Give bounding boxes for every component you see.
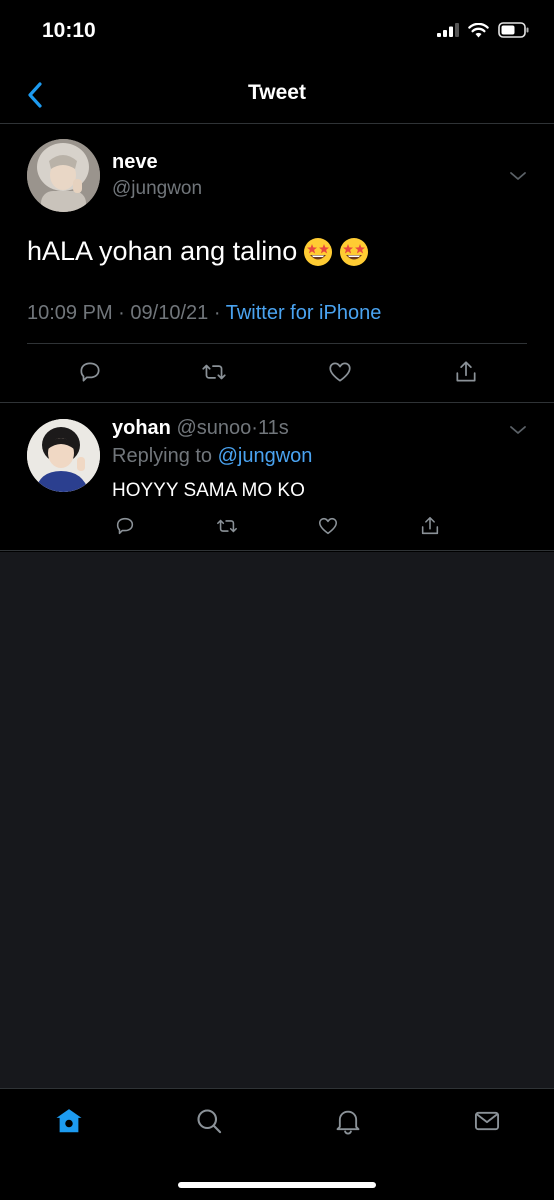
divider: [27, 343, 527, 344]
replying-to-handle[interactable]: @jungwon: [218, 445, 313, 467]
reply-header: yohan @sunoo·11s: [112, 417, 289, 440]
replying-to: Replying to @jungwon: [112, 445, 312, 468]
tweet-source-link[interactable]: Twitter for iPhone: [226, 302, 382, 324]
status-bar: 10:10: [0, 0, 554, 66]
mail-icon: [474, 1111, 500, 1131]
tweet-meta: 10:09 PM · 09/10/21 · Twitter for iPhone: [27, 302, 381, 325]
tweet-date[interactable]: 09/10/21: [130, 302, 208, 324]
tweet-age: 11s: [257, 417, 289, 439]
tweet-text: HOYYY SAMA MO KO: [112, 480, 305, 501]
cellular-signal-icon: [437, 23, 459, 42]
tab-home[interactable]: [51, 1103, 87, 1139]
tweet-text-content: hALA yohan ang talino: [27, 236, 298, 266]
heart-icon: [329, 362, 351, 382]
retweet-button[interactable]: [214, 513, 240, 539]
retweet-icon: [217, 519, 237, 533]
retweet-button[interactable]: [198, 356, 230, 388]
wifi-icon: [468, 22, 489, 43]
tab-messages[interactable]: [469, 1103, 505, 1139]
author-name[interactable]: yohan: [112, 417, 171, 439]
meta-separator: ·: [251, 417, 258, 439]
replying-to-label: Replying to: [112, 445, 213, 467]
star-struck-emoji-icon: [303, 237, 333, 267]
home-icon: [56, 1109, 82, 1133]
tweet-menu-button[interactable]: [508, 423, 528, 437]
retweet-icon: [202, 364, 226, 380]
author-handle[interactable]: @jungwon: [112, 178, 202, 200]
tweet-detail-screen: 10:10 Tweet neve @jungwon hALA yohan ang…: [0, 0, 554, 1200]
meta-separator: ·: [213, 302, 221, 324]
like-button[interactable]: [324, 356, 356, 388]
tweet-text: hALA yohan ang talino: [27, 236, 369, 267]
reply-icon: [116, 517, 134, 535]
star-struck-emoji-icon: [339, 237, 369, 267]
reply-icon: [80, 362, 100, 382]
tweet-menu-button[interactable]: [508, 169, 528, 183]
share-button[interactable]: [450, 356, 482, 388]
reply-button[interactable]: [74, 356, 106, 388]
tab-notifications[interactable]: [330, 1103, 366, 1139]
share-icon: [421, 516, 439, 535]
chevron-down-icon: [510, 172, 526, 180]
bell-icon: [336, 1110, 360, 1135]
tweet-actions: [0, 513, 554, 539]
search-icon: [197, 1109, 222, 1134]
chevron-down-icon: [510, 426, 526, 434]
reply-tweet[interactable]: yohan @sunoo·11s Replying to @jungwon HO…: [0, 403, 554, 551]
share-icon: [456, 361, 476, 382]
navigation-bar: Tweet: [0, 66, 554, 124]
tweet-time[interactable]: 10:09 PM: [27, 302, 113, 324]
author-handle[interactable]: @sunoo: [176, 417, 251, 439]
empty-timeline-area: [0, 552, 554, 1088]
main-tweet: neve @jungwon hALA yohan ang talino 10:0…: [0, 124, 554, 403]
tweet-actions: [0, 356, 554, 388]
avatar[interactable]: [27, 419, 100, 492]
author-name[interactable]: neve: [112, 151, 158, 174]
status-time: 10:10: [42, 19, 96, 42]
home-indicator[interactable]: [178, 1182, 376, 1188]
share-button[interactable]: [417, 513, 443, 539]
heart-icon: [318, 517, 338, 535]
avatar[interactable]: [27, 139, 100, 212]
reply-button[interactable]: [112, 513, 138, 539]
page-title: Tweet: [248, 81, 306, 104]
meta-separator: ·: [118, 302, 125, 324]
tab-search[interactable]: [191, 1103, 227, 1139]
battery-icon: [498, 22, 530, 43]
like-button[interactable]: [315, 513, 341, 539]
status-icons: [437, 22, 530, 43]
